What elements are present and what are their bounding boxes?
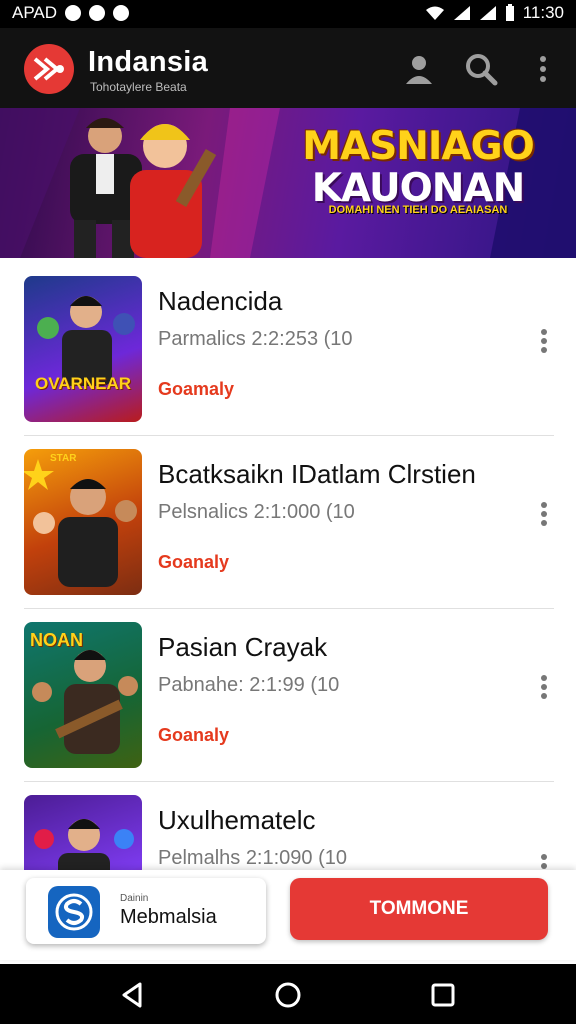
sponsor-small-label: Dainin bbox=[120, 893, 149, 904]
thumbnail-art bbox=[24, 459, 137, 587]
banner-title: MASNIAGO KAUONAN bbox=[268, 126, 568, 210]
wifi-icon bbox=[425, 6, 444, 20]
primary-action-button[interactable]: TOMMONE bbox=[290, 878, 548, 940]
list-item[interactable]: NOAN Pasian Crayak Pabnahe: 2:1:99 (10 G… bbox=[0, 604, 576, 777]
more-vert-icon[interactable] bbox=[533, 672, 555, 702]
thumbnail-art bbox=[37, 296, 135, 386]
sponsor-card[interactable]: Dainin Mebmalsia bbox=[26, 878, 266, 944]
thumbnail-text: STAR bbox=[50, 453, 77, 464]
clock: 11:30 bbox=[522, 3, 564, 22]
home-icon[interactable] bbox=[273, 980, 303, 1010]
item-tag[interactable]: Goanaly bbox=[158, 725, 229, 746]
signal-icon bbox=[453, 6, 470, 20]
more-vert-icon[interactable] bbox=[524, 50, 562, 88]
notification-icon bbox=[113, 5, 130, 21]
status-bar: APAD 11:30 bbox=[0, 0, 576, 28]
item-meta: Pelmalhs 2:1:090 (10 bbox=[158, 847, 348, 869]
item-meta: Pabnahe: 2:1:99 (10 bbox=[158, 674, 340, 696]
app-subtitle: Tohotaylere Beata bbox=[90, 80, 187, 94]
notification-icon bbox=[89, 5, 106, 21]
item-thumbnail: STAR bbox=[24, 449, 142, 595]
item-tag[interactable]: Goanaly bbox=[158, 552, 229, 573]
app-title: Indansia bbox=[88, 46, 209, 78]
sponsor-logo bbox=[48, 886, 100, 938]
sponsor-name: Mebmalsia bbox=[120, 906, 217, 928]
item-title: Uxulhematelc bbox=[158, 805, 316, 835]
promo-banner[interactable]: MASNIAGO KAUONAN DOMAHI NEN TIEH DO AEAI… bbox=[0, 108, 576, 258]
app-bar: Indansia Tohotaylere Beata bbox=[0, 28, 576, 108]
logo-x-icon bbox=[33, 57, 64, 81]
item-title: Nadencida bbox=[158, 286, 283, 316]
battery-icon bbox=[505, 4, 514, 21]
system-nav-bar bbox=[0, 964, 576, 1024]
banner-subtitle: DOMAHI NEN TIEH DO AEAIASAN bbox=[328, 204, 508, 216]
more-vert-icon[interactable] bbox=[533, 499, 555, 529]
item-meta: Parmalics 2:2:253 (10 bbox=[158, 328, 353, 350]
list-item[interactable]: OVARNEAR Nadencida Parmalics 2:2:253 (10… bbox=[0, 258, 576, 431]
list-item[interactable]: STAR Bcatksaikn IDatlam Clrstien Pelsnal… bbox=[0, 431, 576, 604]
app-logo[interactable] bbox=[24, 44, 74, 94]
recents-icon[interactable] bbox=[428, 980, 458, 1010]
item-title: Bcatksaikn IDatlam Clrstien bbox=[158, 459, 476, 489]
bottom-action-bar: Dainin Mebmalsia TOMMONE bbox=[0, 870, 576, 960]
banner-title-line1: MASNIAGO bbox=[302, 124, 535, 169]
search-icon[interactable] bbox=[462, 50, 500, 88]
item-thumbnail: NOAN bbox=[24, 622, 142, 768]
thumbnail-text: NOAN bbox=[30, 630, 83, 650]
thumbnail-text: OVARNEAR bbox=[34, 374, 132, 393]
carrier-label: APAD bbox=[12, 3, 58, 22]
more-vert-icon[interactable] bbox=[533, 326, 555, 356]
notification-icon bbox=[65, 5, 82, 21]
item-title: Pasian Crayak bbox=[158, 632, 328, 662]
back-icon[interactable] bbox=[118, 980, 148, 1010]
item-tag[interactable]: Goamaly bbox=[158, 379, 234, 400]
item-thumbnail: OVARNEAR bbox=[24, 276, 142, 422]
profile-icon[interactable] bbox=[400, 50, 438, 88]
signal-icon bbox=[479, 6, 496, 20]
s-logo-icon bbox=[55, 893, 93, 931]
item-meta: Pelsnalics 2:1:000 (10 bbox=[158, 501, 355, 523]
